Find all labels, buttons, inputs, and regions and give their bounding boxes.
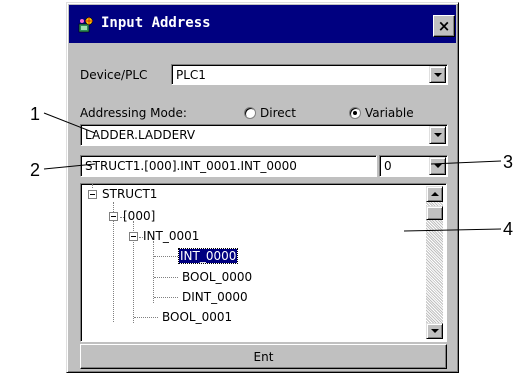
callout-line-4 — [403, 228, 502, 232]
callout-line-2 — [43, 163, 96, 170]
callout-line-3 — [430, 160, 502, 165]
callout-lines — [43, 112, 502, 232]
callout-line-1 — [43, 112, 96, 134]
